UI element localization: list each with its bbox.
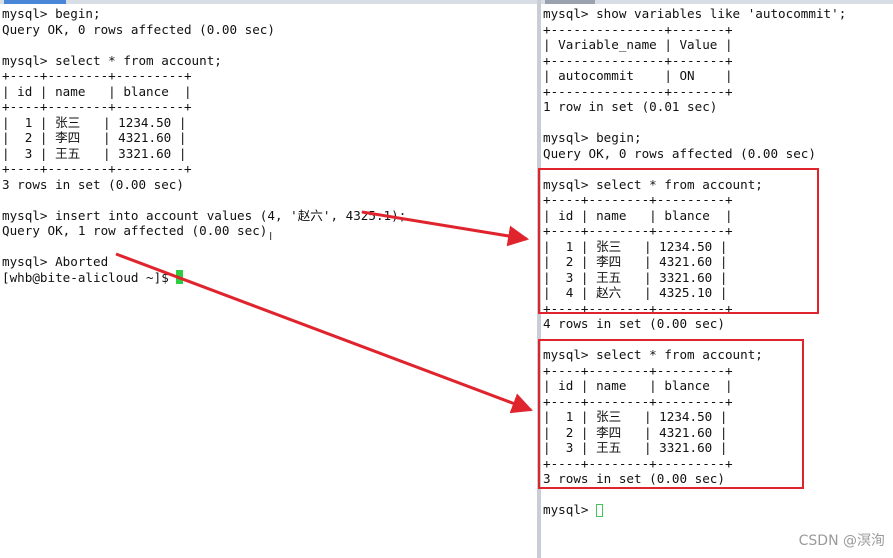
- arrow-to-three-rows: [115, 252, 533, 414]
- arrow-to-four-rows: [361, 210, 530, 247]
- annotation-arrows: [115, 210, 533, 414]
- watermark: CSDN @溟洵: [798, 533, 885, 549]
